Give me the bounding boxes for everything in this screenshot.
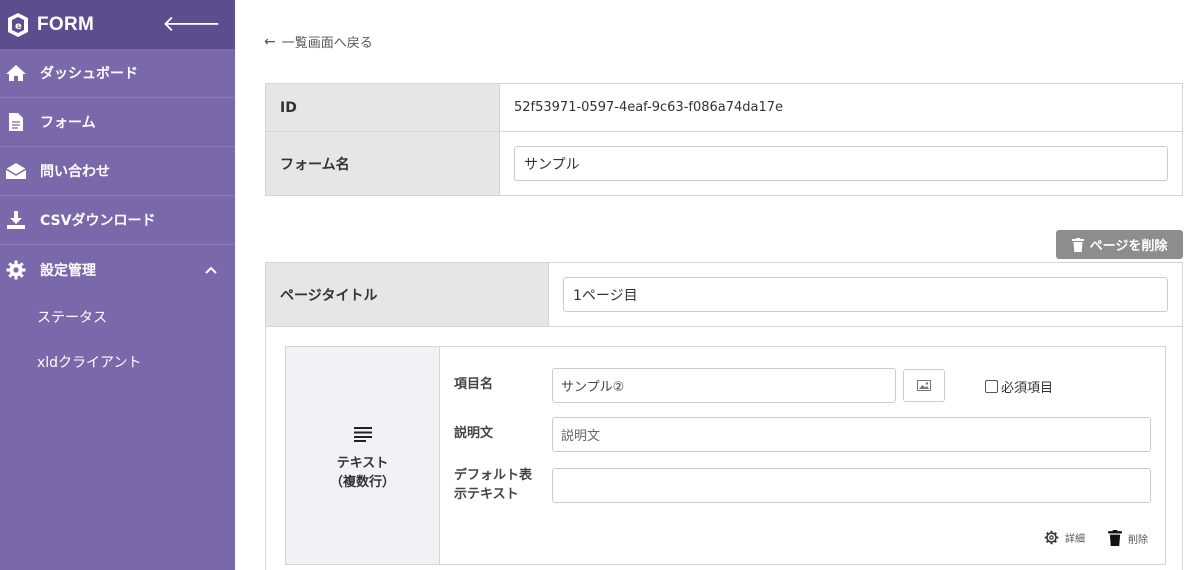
sidebar: e FORM 🡐 ダッシュボード フォーム 問い合わせ CSVダウンロード 設定…: [0, 0, 235, 570]
description-label: 説明文: [454, 426, 494, 441]
item-name-input[interactable]: サンプル②: [552, 368, 896, 403]
arrow-left-icon: ←: [264, 33, 276, 50]
page-title-row: ページタイトル 1ページ目: [266, 263, 1182, 327]
detail-button[interactable]: 詳細: [1044, 530, 1085, 545]
logo-icon: e: [4, 11, 32, 39]
form-id-row: ID 52f53971-0597-4eaf-9c63-f086a74da17e: [266, 84, 1182, 132]
page-title-input[interactable]: 1ページ目: [563, 277, 1168, 312]
sidebar-item-inquiry[interactable]: 問い合わせ: [0, 147, 235, 196]
required-checkbox-group: 必須項目: [985, 377, 1053, 396]
detail-label: 詳細: [1065, 534, 1085, 545]
text-lines-icon: [353, 426, 372, 446]
sidebar-item-label: 問い合わせ: [40, 164, 110, 180]
page-section: ページタイトル 1ページ目 テキスト （複数行） 項目名 サンプル② 必須項目 …: [265, 262, 1183, 570]
delete-page-label: ページを削除: [1089, 239, 1168, 254]
back-link[interactable]: ← 一覧画面へ戻る: [264, 32, 373, 52]
sidebar-item-dashboard[interactable]: ダッシュボード: [0, 49, 235, 98]
svg-text:e: e: [15, 21, 22, 32]
sidebar-item-form[interactable]: フォーム: [0, 98, 235, 147]
required-checkbox[interactable]: [985, 380, 998, 393]
field-type-panel: テキスト （複数行）: [286, 347, 440, 564]
document-icon: [4, 110, 28, 134]
field-card: テキスト （複数行） 項目名 サンプル② 必須項目 説明文 説明文 デフォルト表: [285, 346, 1166, 565]
form-name-input[interactable]: サンプル: [514, 146, 1168, 181]
form-info-table: ID 52f53971-0597-4eaf-9c63-f086a74da17e …: [265, 83, 1183, 196]
required-label: 必須項目: [1001, 381, 1054, 396]
image-button[interactable]: [903, 369, 945, 402]
image-icon: [917, 376, 931, 395]
envelope-icon: [4, 159, 28, 183]
trash-icon: [1071, 237, 1084, 252]
sidebar-item-label: フォーム: [40, 115, 96, 131]
field-settings: 項目名 サンプル② 必須項目 説明文 説明文 デフォルト表 示テキスト 詳細 削…: [440, 347, 1165, 564]
field-type-subname: （複数行）: [329, 474, 395, 490]
sidebar-header: e FORM 🡐: [0, 0, 235, 49]
delete-field-label: 削除: [1128, 534, 1148, 546]
sidebar-subitem-status[interactable]: ステータス: [0, 294, 235, 339]
sidebar-item-settings[interactable]: 設定管理: [0, 245, 235, 294]
home-icon: [4, 61, 28, 85]
default-text-label-line1: デフォルト表: [454, 468, 533, 483]
field-type-name: テキスト: [336, 455, 389, 471]
default-text-input[interactable]: [552, 468, 1151, 503]
sidebar-item-label: ダッシュボード: [40, 66, 138, 82]
sidebar-item-label: CSVダウンロード: [40, 213, 156, 229]
main-content: ← 一覧画面へ戻る ID 52f53971-0597-4eaf-9c63-f08…: [235, 0, 1193, 570]
form-id-value: 52f53971-0597-4eaf-9c63-f086a74da17e: [514, 100, 784, 115]
description-input[interactable]: 説明文: [552, 417, 1151, 452]
gear-icon: [1044, 530, 1059, 545]
page-title-label: ページタイトル: [266, 263, 549, 326]
brand-title: FORM: [37, 13, 95, 35]
sidebar-item-csv-download[interactable]: CSVダウンロード: [0, 196, 235, 245]
sidebar-subitem-client[interactable]: xldクライアント: [0, 339, 235, 384]
form-id-label: ID: [266, 84, 500, 131]
delete-field-button[interactable]: 削除: [1108, 530, 1148, 546]
chevron-up-icon[interactable]: [205, 263, 217, 277]
delete-page-button[interactable]: ページを削除: [1056, 230, 1183, 259]
back-link-label: 一覧画面へ戻る: [281, 36, 373, 51]
item-name-label: 項目名: [454, 377, 494, 392]
trash-icon: [1108, 530, 1122, 546]
default-text-label-line2: 示テキスト: [454, 487, 519, 502]
download-icon: [4, 208, 28, 232]
gear-icon: [4, 258, 28, 282]
form-name-label: フォーム名: [266, 132, 500, 195]
form-name-row: フォーム名 サンプル: [266, 132, 1182, 195]
collapse-arrow-icon[interactable]: 🡐: [162, 13, 221, 36]
sidebar-item-label: 設定管理: [40, 262, 96, 279]
